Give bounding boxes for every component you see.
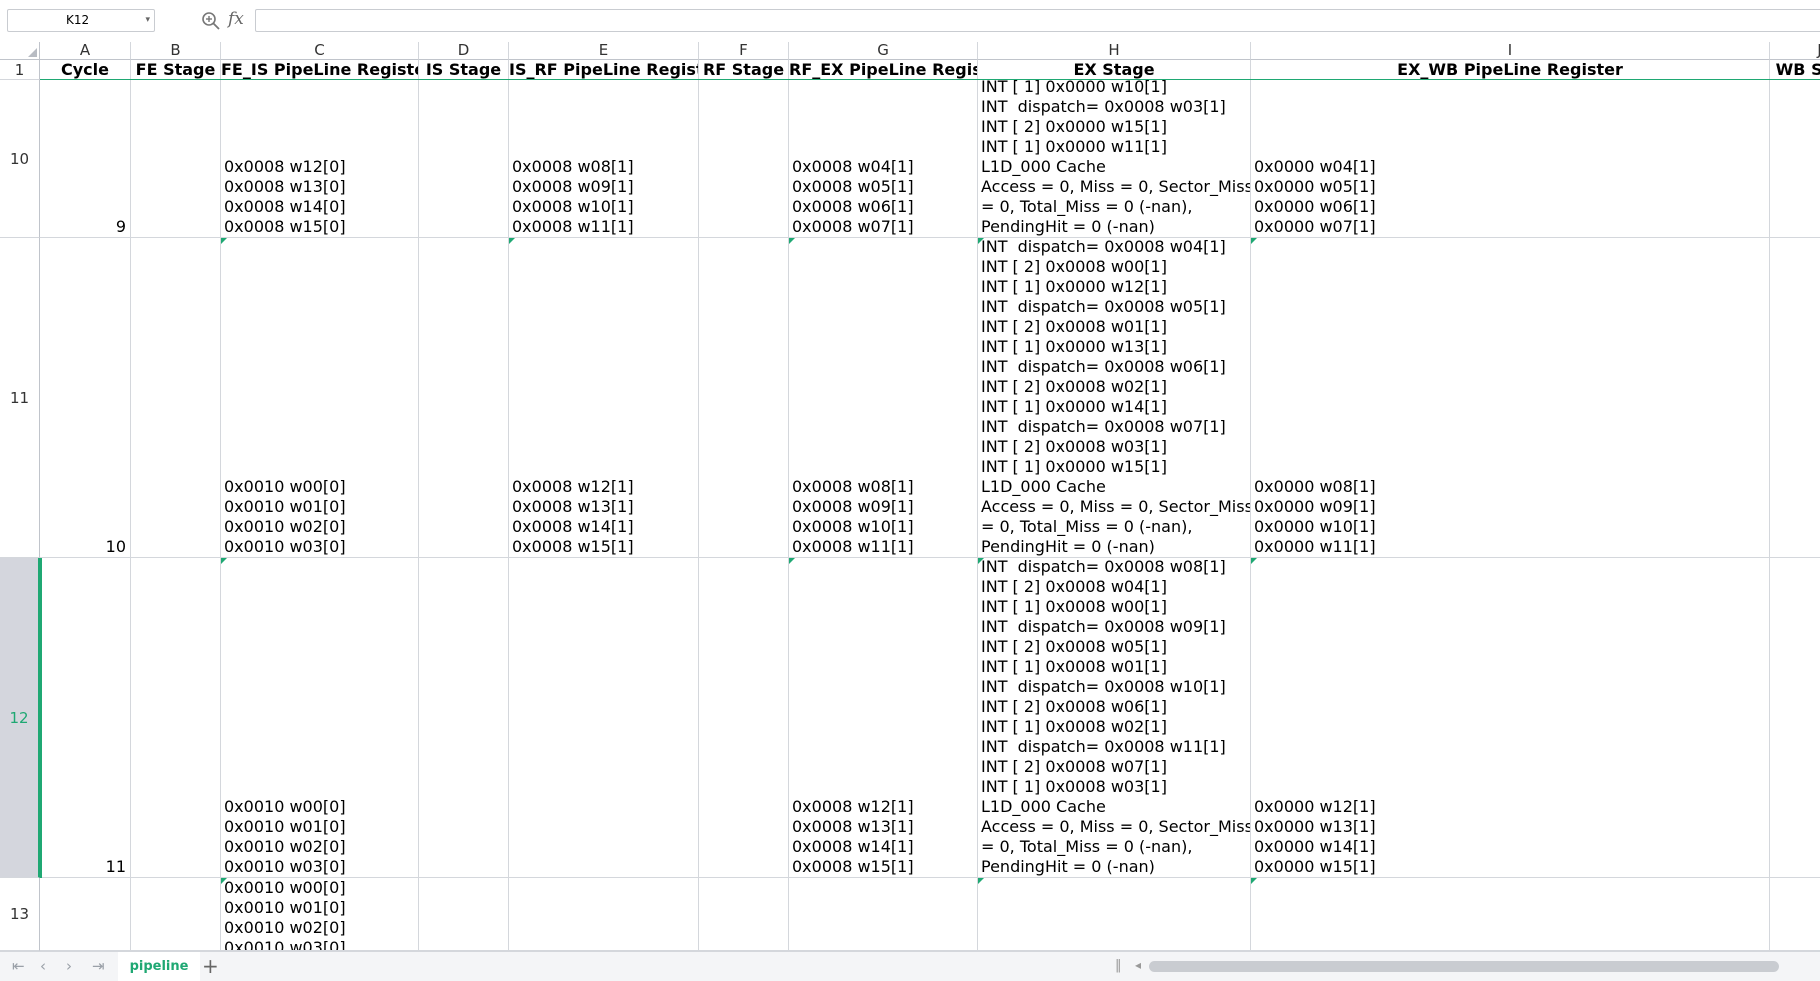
row-header-10[interactable]: 10 [0,80,40,238]
cell-f-row2[interactable] [699,238,789,558]
cell-j-row2[interactable] [1770,238,1820,558]
cell-d-row4[interactable] [419,878,509,951]
cell-note-marker [221,878,227,884]
column-header-e[interactable]: E [509,42,699,60]
cell-i-row2[interactable]: 0x0000 w08[1] 0x0000 w09[1] 0x0000 w10[1… [1251,238,1770,558]
prev-sheet-icon[interactable]: ‹ [40,957,46,975]
header-cell-j[interactable]: WB Stage [1770,60,1820,80]
cell-c-row2[interactable]: 0x0010 w00[0] 0x0010 w01[0] 0x0010 w02[0… [221,238,419,558]
cell-b-row3[interactable] [131,558,221,878]
cell-c-row1[interactable]: 0x0008 w12[0] 0x0008 w13[0] 0x0008 w14[0… [221,80,419,238]
row-header-1[interactable]: 1 [0,60,40,80]
sheet-tab-pipeline[interactable]: pipeline [118,952,200,981]
cell-i-row4[interactable] [1251,878,1770,951]
column-header-a[interactable]: A [40,42,131,60]
cell-note-marker [789,558,795,564]
cell-e-row4[interactable] [509,878,699,951]
cell-note-marker [978,878,984,884]
select-all-corner[interactable] [0,42,40,60]
cell-j-row3[interactable] [1770,558,1820,878]
name-box-value: K12 [66,13,90,27]
cell-g-row2[interactable]: 0x0008 w08[1] 0x0008 w09[1] 0x0008 w10[1… [789,238,978,558]
cell-j-row4[interactable] [1770,878,1820,951]
cell-b-row1[interactable] [131,80,221,238]
column-header-b[interactable]: B [131,42,221,60]
cell-note-marker [978,558,984,564]
cell-f-row4[interactable] [699,878,789,951]
selection-indicator [40,558,42,878]
corner-triangle-icon [28,48,37,57]
header-cell-f[interactable]: RF Stage [699,60,789,80]
scroll-grip-icon: ‖ [1115,958,1122,973]
cell-j-row1[interactable] [1770,80,1820,238]
header-cell-e[interactable]: IS_RF PipeLine Register [509,60,699,80]
cell-e-row3[interactable] [509,558,699,878]
column-header-f[interactable]: F [699,42,789,60]
column-header-c[interactable]: C [221,42,419,60]
last-sheet-icon[interactable]: ⇥ [92,957,105,975]
column-header-i[interactable]: I [1251,42,1770,60]
function-icon[interactable]: fx [228,9,244,29]
formula-input[interactable] [255,9,1820,32]
cell-a-row4[interactable] [40,878,131,951]
header-cell-b[interactable]: FE Stage [131,60,221,80]
cell-h-row4[interactable] [978,878,1251,951]
formula-bar: K12 ▾ fx [0,0,1820,42]
cell-a-row2[interactable]: 10 [40,238,131,558]
freeze-line [40,79,1820,80]
cell-b-row4[interactable] [131,878,221,951]
cell-note-marker [1251,238,1257,244]
cell-h-row1[interactable]: INT [ 1] 0x0000 w10[1] INT dispatch= 0x0… [978,80,1251,238]
zoom-icon[interactable] [200,10,222,32]
cell-f-row1[interactable] [699,80,789,238]
column-header-g[interactable]: G [789,42,978,60]
row-header-13[interactable]: 13 [0,878,40,951]
cell-a-row1[interactable]: 9 [40,80,131,238]
cell-c-row3[interactable]: 0x0010 w00[0] 0x0010 w01[0] 0x0010 w02[0… [221,558,419,878]
cell-a-row3[interactable]: 11 [40,558,131,878]
next-sheet-icon[interactable]: › [66,957,72,975]
cell-e-row2[interactable]: 0x0008 w12[1] 0x0008 w13[1] 0x0008 w14[1… [509,238,699,558]
cell-d-row3[interactable] [419,558,509,878]
cell-g-row4[interactable] [789,878,978,951]
cell-g-row3[interactable]: 0x0008 w12[1] 0x0008 w13[1] 0x0008 w14[1… [789,558,978,878]
horizontal-scrollbar[interactable]: ‖ ◂ [1115,958,1785,973]
cell-note-marker [221,558,227,564]
name-box[interactable]: K12 ▾ [7,9,155,32]
cell-c-row4[interactable]: 0x0010 w00[0] 0x0010 w01[0] 0x0010 w02[0… [221,878,419,951]
chevron-down-icon[interactable]: ▾ [145,10,150,31]
scrollbar-thumb[interactable] [1149,961,1779,972]
row-header-12[interactable]: 12 [0,558,40,878]
header-cell-g[interactable]: RF_EX PipeLine Register [789,60,978,80]
cell-note-marker [1251,558,1257,564]
cell-note-marker [1251,878,1257,884]
cell-d-row1[interactable] [419,80,509,238]
scroll-left-icon[interactable]: ◂ [1135,958,1141,972]
column-header-h[interactable]: H [978,42,1251,60]
cell-e-row1[interactable]: 0x0008 w08[1] 0x0008 w09[1] 0x0008 w10[1… [509,80,699,238]
header-cell-c[interactable]: FE_IS PipeLine Register [221,60,419,80]
cell-b-row2[interactable] [131,238,221,558]
cell-h-row3[interactable]: INT dispatch= 0x0008 w08[1] INT [ 2] 0x0… [978,558,1251,878]
cell-d-row2[interactable] [419,238,509,558]
cell-h-row2[interactable]: INT dispatch= 0x0008 w04[1] INT [ 2] 0x0… [978,238,1251,558]
cell-note-marker [509,238,515,244]
row-header-11[interactable]: 11 [0,238,40,558]
first-sheet-icon[interactable]: ⇤ [12,957,25,975]
header-cell-d[interactable]: IS Stage [419,60,509,80]
column-header-j[interactable]: J [1770,42,1820,60]
cell-i-row3[interactable]: 0x0000 w12[1] 0x0000 w13[1] 0x0000 w14[1… [1251,558,1770,878]
column-header-d[interactable]: D [419,42,509,60]
cell-note-marker [789,238,795,244]
cell-f-row3[interactable] [699,558,789,878]
header-cell-a[interactable]: Cycle [40,60,131,80]
cell-note-marker [978,238,984,244]
cell-note-marker [221,238,227,244]
sheet-tab-bar: ⇤ ‹ › ⇥ pipeline + ‖ ◂ [0,951,1820,981]
header-cell-h[interactable]: EX Stage [978,60,1251,80]
header-cell-i[interactable]: EX_WB PipeLine Register [1251,60,1770,80]
add-sheet-button[interactable]: + [202,954,219,978]
cell-i-row1[interactable]: 0x0000 w04[1] 0x0000 w05[1] 0x0000 w06[1… [1251,80,1770,238]
cell-g-row1[interactable]: 0x0008 w04[1] 0x0008 w05[1] 0x0008 w06[1… [789,80,978,238]
